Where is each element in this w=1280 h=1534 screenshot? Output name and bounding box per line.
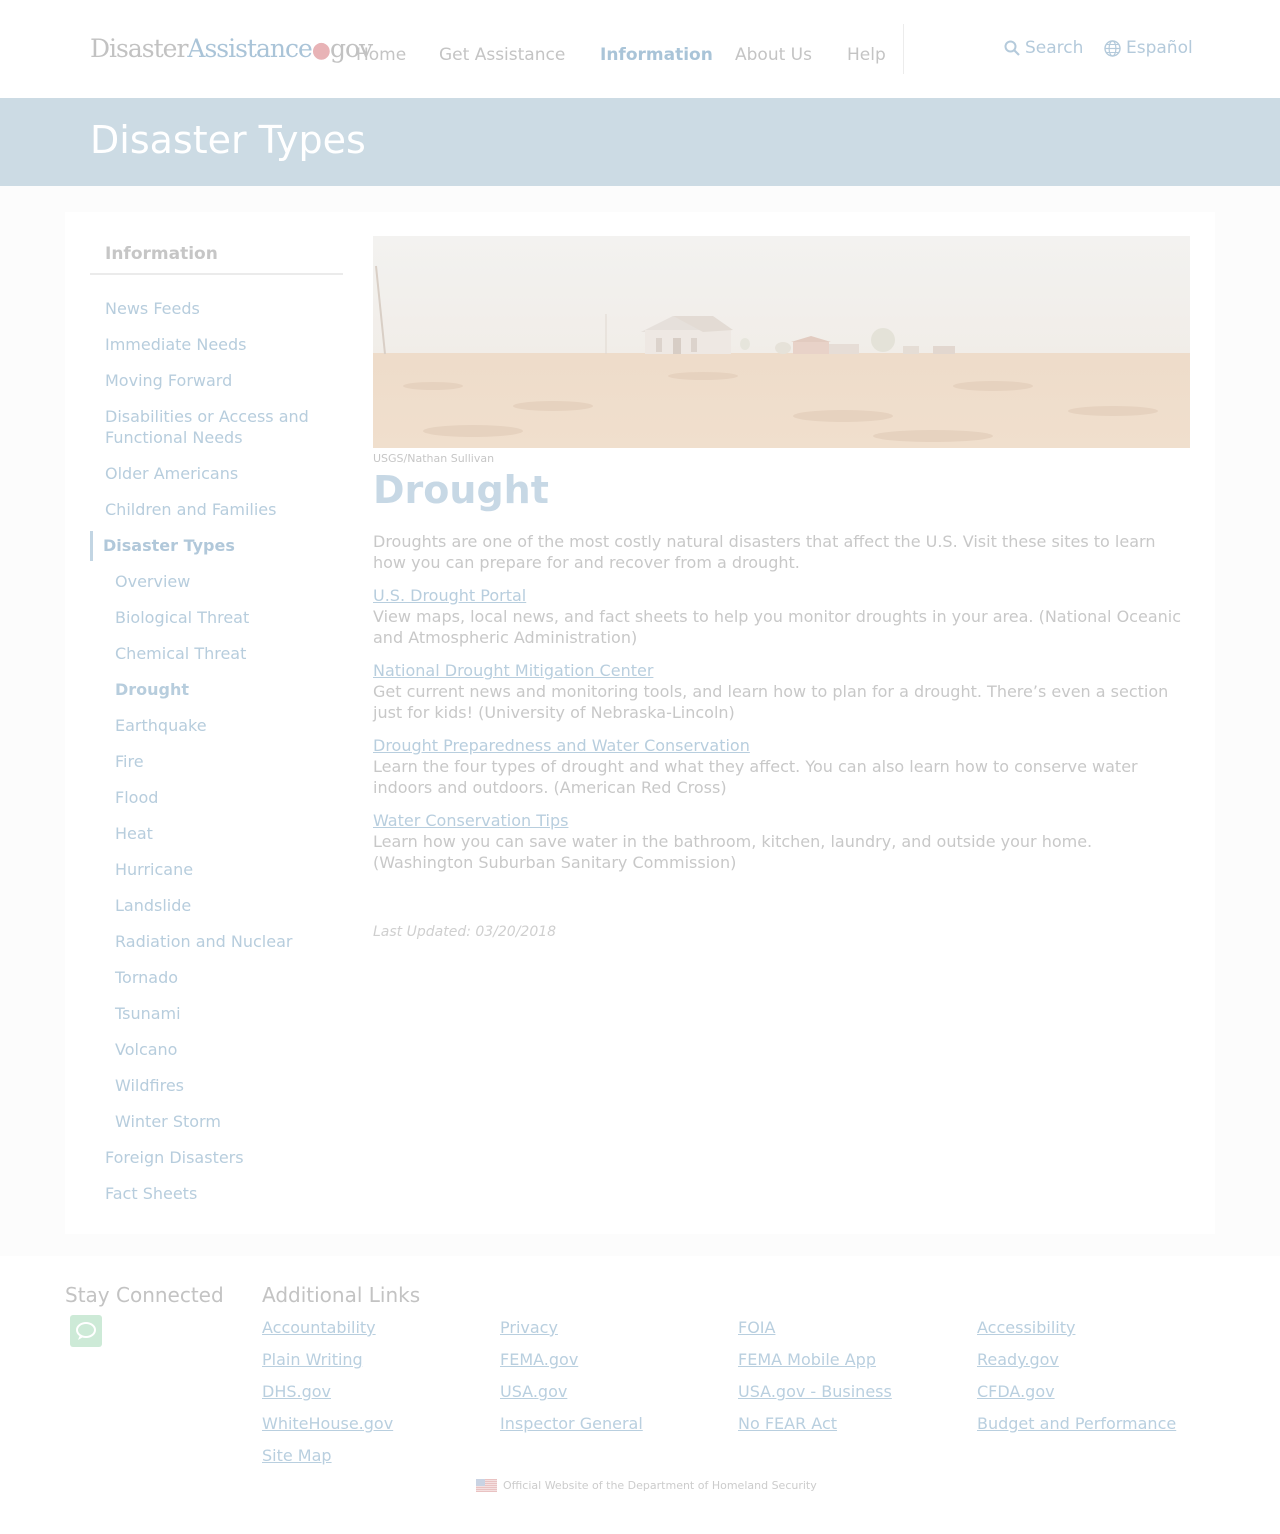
additional-links-heading: Additional Links	[262, 1283, 421, 1307]
sidebar-item-disaster-types[interactable]: Disaster Types	[103, 535, 235, 556]
footer-link-accountability[interactable]: Accountability	[262, 1318, 376, 1337]
image-caption: USGS/Nathan Sullivan	[373, 452, 495, 465]
drought-landscape-illustration	[373, 236, 1190, 448]
resource-description: Learn how you can save water in the bath…	[373, 832, 1093, 872]
resource-link-conservation-tips[interactable]: Water Conservation Tips	[373, 810, 568, 831]
search-button[interactable]: Search	[1004, 38, 1083, 58]
footer-link-usa[interactable]: USA.gov	[500, 1382, 567, 1401]
page-title: Disaster Types	[90, 118, 366, 162]
sidebar-subitem-flood[interactable]: Flood	[115, 787, 158, 808]
nav-about-us[interactable]: About Us	[735, 45, 812, 65]
sidebar-subitem-landslide[interactable]: Landslide	[115, 895, 191, 916]
footer-link-ready[interactable]: Ready.gov	[977, 1350, 1059, 1369]
sidebar-subitem-winter-storm[interactable]: Winter Storm	[115, 1111, 221, 1132]
footer-link-privacy[interactable]: Privacy	[500, 1318, 558, 1337]
sidebar-subitem-tsunami[interactable]: Tsunami	[115, 1003, 181, 1024]
sidebar-subitem-radiation-nuclear[interactable]: Radiation and Nuclear	[115, 931, 292, 952]
resource-description: Get current news and monitoring tools, a…	[373, 682, 1169, 722]
footer-link-usa-business[interactable]: USA.gov - Business	[738, 1382, 892, 1401]
site-header: DisasterAssistance●gov Home Get Assistan…	[0, 0, 1280, 98]
sidebar-item-children-families[interactable]: Children and Families	[105, 499, 276, 520]
footer-link-accessibility[interactable]: Accessibility	[977, 1318, 1075, 1337]
sidebar-subitem-drought[interactable]: Drought	[115, 679, 189, 700]
language-toggle[interactable]: Español	[1104, 38, 1193, 58]
sidebar-subitem-hurricane[interactable]: Hurricane	[115, 859, 193, 880]
sidebar-subitem-chemical-threat[interactable]: Chemical Threat	[115, 643, 246, 664]
footer-link-foia[interactable]: FOIA	[738, 1318, 775, 1337]
sidebar-item-foreign-disasters[interactable]: Foreign Disasters	[105, 1147, 244, 1168]
page-banner: Disaster Types	[0, 98, 1280, 186]
sidebar-subitem-heat[interactable]: Heat	[115, 823, 153, 844]
drought-heading: Drought	[373, 468, 549, 512]
footer-link-dhs[interactable]: DHS.gov	[262, 1382, 331, 1401]
official-website-notice: Official Website of the Department of Ho…	[476, 1479, 817, 1492]
logo-text-assistance: Assistance	[187, 34, 312, 63]
sidebar-subitem-volcano[interactable]: Volcano	[115, 1039, 177, 1060]
stay-connected-heading: Stay Connected	[65, 1283, 224, 1307]
nav-home[interactable]: Home	[356, 45, 406, 65]
us-flag-icon	[476, 1479, 497, 1492]
sidebar-item-moving-forward[interactable]: Moving Forward	[105, 370, 232, 391]
footer-link-fema-mobile-app[interactable]: FEMA Mobile App	[738, 1350, 876, 1369]
drought-hero-image	[373, 236, 1190, 448]
resource-description: View maps, local news, and fact sheets t…	[373, 607, 1181, 647]
search-icon	[1004, 40, 1020, 56]
sidebar-subitem-overview[interactable]: Overview	[115, 571, 190, 592]
sidebar-item-older-americans[interactable]: Older Americans	[105, 463, 238, 484]
sidebar-subitem-fire[interactable]: Fire	[115, 751, 144, 772]
sidebar-divider	[90, 273, 343, 275]
nav-get-assistance[interactable]: Get Assistance	[439, 45, 565, 65]
footer-link-inspector-general[interactable]: Inspector General	[500, 1414, 643, 1433]
nav-information[interactable]: Information	[600, 45, 713, 65]
footer-link-fema[interactable]: FEMA.gov	[500, 1350, 578, 1369]
site-logo[interactable]: DisasterAssistance●gov	[90, 34, 373, 63]
globe-icon	[1104, 39, 1121, 57]
search-label: Search	[1025, 38, 1084, 58]
sidebar-subitem-wildfires[interactable]: Wildfires	[115, 1075, 184, 1096]
resource-link-mitigation-center[interactable]: National Drought Mitigation Center	[373, 660, 653, 681]
sidebar-subitem-earthquake[interactable]: Earthquake	[115, 715, 207, 736]
resource-description: Learn the four types of drought and what…	[373, 757, 1138, 797]
footer-link-site-map[interactable]: Site Map	[262, 1446, 332, 1465]
sidebar-active-indicator	[90, 531, 93, 561]
sidebar-subitem-tornado[interactable]: Tornado	[115, 967, 178, 988]
resource-link-water-conservation[interactable]: Drought Preparedness and Water Conservat…	[373, 735, 750, 756]
nav-help[interactable]: Help	[847, 45, 886, 65]
sidebar-item-immediate-needs[interactable]: Immediate Needs	[105, 334, 247, 355]
last-updated: Last Updated: 03/20/2018	[373, 924, 557, 940]
sidebar-item-news-feeds[interactable]: News Feeds	[105, 298, 200, 319]
official-website-text: Official Website of the Department of Ho…	[503, 1479, 817, 1492]
chat-button[interactable]	[70, 1315, 102, 1347]
sidebar-subitem-biological-threat[interactable]: Biological Threat	[115, 607, 249, 628]
sidebar-item-fact-sheets[interactable]: Fact Sheets	[105, 1183, 197, 1204]
footer-link-cfda[interactable]: CFDA.gov	[977, 1382, 1055, 1401]
footer-link-plain-writing[interactable]: Plain Writing	[262, 1350, 363, 1369]
logo-text-disaster: Disaster	[90, 34, 188, 63]
intro-paragraph: Droughts are one of the most costly natu…	[373, 532, 1156, 572]
nav-divider	[903, 24, 904, 74]
resource-link-drought-portal[interactable]: U.S. Drought Portal	[373, 585, 526, 606]
footer-link-budget-performance[interactable]: Budget and Performance	[977, 1414, 1176, 1433]
sidebar-item-disabilities[interactable]: Disabilities or Access and Functional Ne…	[105, 406, 335, 448]
sidebar-title: Information	[105, 244, 218, 264]
logo-dot: ●	[311, 38, 331, 63]
footer-link-whitehouse[interactable]: WhiteHouse.gov	[262, 1414, 393, 1433]
chat-icon	[76, 1322, 96, 1340]
language-label: Español	[1126, 38, 1193, 58]
footer-link-no-fear-act[interactable]: No FEAR Act	[738, 1414, 837, 1433]
